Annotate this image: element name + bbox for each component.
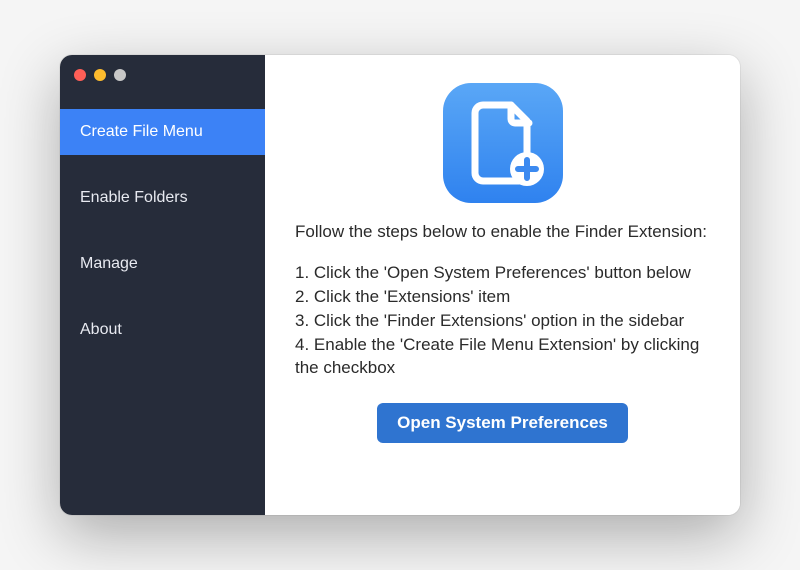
sidebar: Create File Menu Enable Folders Manage A… xyxy=(60,55,265,515)
minimize-icon[interactable] xyxy=(94,69,106,81)
sidebar-item-create-file-menu[interactable]: Create File Menu xyxy=(60,109,265,155)
instruction-step: 1. Click the 'Open System Preferences' b… xyxy=(295,262,710,285)
sidebar-item-manage[interactable]: Manage xyxy=(60,241,265,287)
instruction-step: 3. Click the 'Finder Extensions' option … xyxy=(295,310,710,333)
instructions: Follow the steps below to enable the Fin… xyxy=(295,221,710,381)
nav: Create File Menu Enable Folders Manage A… xyxy=(60,91,265,373)
sidebar-item-about[interactable]: About xyxy=(60,307,265,353)
instruction-step: 2. Click the 'Extensions' item xyxy=(295,286,710,309)
zoom-icon[interactable] xyxy=(114,69,126,81)
instruction-step: 4. Enable the 'Create File Menu Extensio… xyxy=(295,334,710,380)
open-system-preferences-button[interactable]: Open System Preferences xyxy=(377,403,628,443)
window-controls xyxy=(60,55,265,91)
close-icon[interactable] xyxy=(74,69,86,81)
create-file-plus-icon xyxy=(443,83,563,203)
main-content: Follow the steps below to enable the Fin… xyxy=(265,55,740,515)
sidebar-item-enable-folders[interactable]: Enable Folders xyxy=(60,175,265,221)
app-window: Create File Menu Enable Folders Manage A… xyxy=(60,55,740,515)
button-row: Open System Preferences xyxy=(295,403,710,443)
instructions-intro: Follow the steps below to enable the Fin… xyxy=(295,221,710,244)
